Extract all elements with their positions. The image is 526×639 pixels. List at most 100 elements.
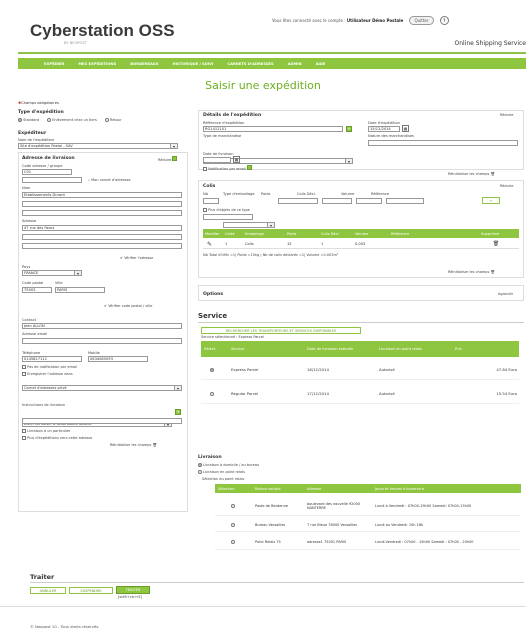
relay-radio[interactable] <box>231 503 235 508</box>
service-radio[interactable] <box>210 367 214 372</box>
address-book-link[interactable]: ⌕ Mon carnet d'adresses <box>88 178 131 182</box>
footer-divider <box>0 606 526 607</box>
relay-address: boulevard des nouvelle 92000 NANTERRE <box>307 501 361 510</box>
nav-mes-expeditions[interactable]: MES EXPÉDITIONS <box>78 62 116 66</box>
book-select[interactable]: Carnet d'adresses privé <box>22 385 182 391</box>
nav-admin[interactable]: ADMIN <box>288 62 302 66</box>
calendar-icon-2[interactable]: ▦ <box>233 156 240 163</box>
contact-input[interactable]: Jean ALLON <box>22 323 182 329</box>
search-carriers-button[interactable]: RECHERCHER LES TRANSPORTEURS ET SERVICES… <box>201 327 361 334</box>
parcels-collapse[interactable]: Réduire <box>500 184 513 188</box>
private-check[interactable]: Livraison à un particulier <box>22 429 71 433</box>
no-notif-check[interactable]: Pas de notification par email <box>22 365 77 369</box>
relay-name: Poste de Berdenne <box>255 503 288 508</box>
relay-row[interactable]: Bureau Versailles 7 rue Bleue 78000 Vers… <box>215 518 521 532</box>
type-third-party[interactable]: Enlèvement chez un tiers <box>47 118 97 122</box>
ref-input[interactable]: RG1412101 <box>203 126 343 132</box>
livraison-title: Livraison <box>198 455 222 460</box>
pencil-icon[interactable]: ✎ <box>203 241 225 248</box>
same-type-check[interactable]: Plus d'objets de ce type <box>203 208 250 212</box>
service-radio[interactable] <box>210 391 214 396</box>
quit-button[interactable]: Quitter <box>409 16 434 25</box>
brand-sub: BY NEOPOST <box>64 41 87 45</box>
name-input-2[interactable] <box>22 201 182 207</box>
relay-radio[interactable] <box>231 522 235 527</box>
th-selection: Sélection <box>218 486 235 491</box>
city-input[interactable]: PARIS <box>55 287 105 293</box>
contact-label: Contact <box>22 318 36 322</box>
nav-aide[interactable]: AIDE <box>316 62 326 66</box>
verify-zip-link[interactable]: ✔ Vérifier code postal / ville <box>104 304 152 308</box>
service-name: Regular Parcel <box>231 390 259 396</box>
add-parcel-button[interactable]: + <box>482 197 500 204</box>
type-return[interactable]: Retour <box>104 118 122 122</box>
mobile-input[interactable]: 0634085093 <box>88 356 148 362</box>
weight-input[interactable] <box>278 198 318 204</box>
code-input-2[interactable] <box>22 177 82 183</box>
service-row[interactable]: Express Parcel 16/12/2014 Autorisé 47.84… <box>201 359 519 380</box>
nb-input[interactable] <box>203 198 219 204</box>
date-input[interactable]: 15/12/2014 <box>368 126 400 132</box>
country-select[interactable]: FRANCE <box>22 270 82 276</box>
options-expand[interactable]: Agrandir <box>498 292 513 296</box>
cancel-button[interactable]: ANNULER <box>30 587 66 594</box>
help-icon[interactable]: ? <box>439 16 449 25</box>
reset-left-link[interactable]: Réinitialiser les champs 🗑 <box>110 443 157 447</box>
reset-parcels-link[interactable]: Réinitialiser les champs 🗑 <box>448 270 495 274</box>
relay-row[interactable]: Poste de Berdenne boulevard des nouvelle… <box>215 496 521 516</box>
th-company: Raison sociale <box>255 486 281 491</box>
name-input[interactable]: Etablissements Durant <box>22 192 182 198</box>
delivery-date-input[interactable] <box>203 157 231 163</box>
relay-hours: Lundi au Vendredi: 10h 18h <box>375 522 424 527</box>
zip-input[interactable]: 75003 <box>22 287 52 293</box>
packaging-select[interactable] <box>223 222 275 228</box>
process-button[interactable]: TRAITER <box>116 586 150 594</box>
ref-add-icon[interactable]: + <box>346 126 352 132</box>
phone-input[interactable]: 0145827112 <box>22 356 82 362</box>
type-standard[interactable]: Standard <box>18 118 39 122</box>
th-modify: Modifier <box>205 231 220 236</box>
email-input[interactable] <box>22 338 182 344</box>
relay-radio[interactable] <box>231 539 235 544</box>
no-more-check[interactable]: Plus d'expéditions vers cette adresse <box>22 436 92 440</box>
delete-icon[interactable]: 🗑 <box>481 241 511 247</box>
notif-check[interactable]: Notification par email <box>203 165 253 171</box>
name-label: Nom <box>22 186 31 190</box>
nav-historique[interactable]: HISTORIQUE / SUIVI <box>173 62 214 66</box>
home-delivery-radio[interactable]: Livraison à domicile / au bureau <box>198 463 259 467</box>
add-instruction-icon[interactable]: + <box>175 409 181 415</box>
address-input-3[interactable] <box>22 243 182 249</box>
label-ref: Référence <box>371 192 390 196</box>
instructions-label: Instructions de livraison <box>22 403 66 407</box>
delivery-collapse[interactable]: Réduire <box>158 156 178 162</box>
goods-type-label: Type de marchandise <box>203 134 242 138</box>
name-input-3[interactable] <box>22 210 182 216</box>
same-type-input[interactable] <box>203 214 253 220</box>
verify-address-link[interactable]: ✔ Vérifier l'adresse <box>120 256 153 260</box>
relay-row[interactable]: Point Relais 75 adresse1 75001 PARIS Lun… <box>215 534 521 550</box>
save-address-check[interactable]: Enregistrer l'adresse dans <box>22 372 73 376</box>
sender-select[interactable]: Site d'expédition Postal - SAV <box>18 143 178 149</box>
reset-details-link[interactable]: Réinitialiser les champs 🗑 <box>448 172 495 176</box>
nav-carnets[interactable]: CARNETS D'ADRESSES <box>227 62 273 66</box>
label-nb: Nb <box>203 192 208 196</box>
th-unit: Unité <box>225 231 235 236</box>
goods-nature-input[interactable] <box>368 140 518 146</box>
row-unit: 1 <box>225 242 228 246</box>
address-input-2[interactable] <box>22 234 182 240</box>
volume-input[interactable] <box>356 198 382 204</box>
instructions-input[interactable] <box>22 418 182 424</box>
address-input[interactable]: 47 rue des fleurs <box>22 225 182 231</box>
relay-select-label: Sélection du point relais <box>202 477 245 481</box>
suspend-button[interactable]: SUSPENDRE <box>69 587 113 594</box>
nav-bordereaux[interactable]: BORDEREAUX <box>130 62 158 66</box>
relay-delivery-radio[interactable]: Livraison en point relais <box>198 470 245 474</box>
th-address: Adresse <box>307 486 322 491</box>
details-collapse[interactable]: Réduire <box>500 113 513 117</box>
code-input[interactable]: C01 <box>22 169 72 175</box>
service-row[interactable]: Regular Parcel 17/12/2014 Autorisé 15.54… <box>201 383 519 404</box>
calendar-icon[interactable]: ▦ <box>402 125 409 132</box>
reference-input[interactable] <box>386 198 424 204</box>
nav-expedier[interactable]: EXPÉDIER <box>44 62 64 66</box>
declared-input[interactable] <box>322 198 352 204</box>
